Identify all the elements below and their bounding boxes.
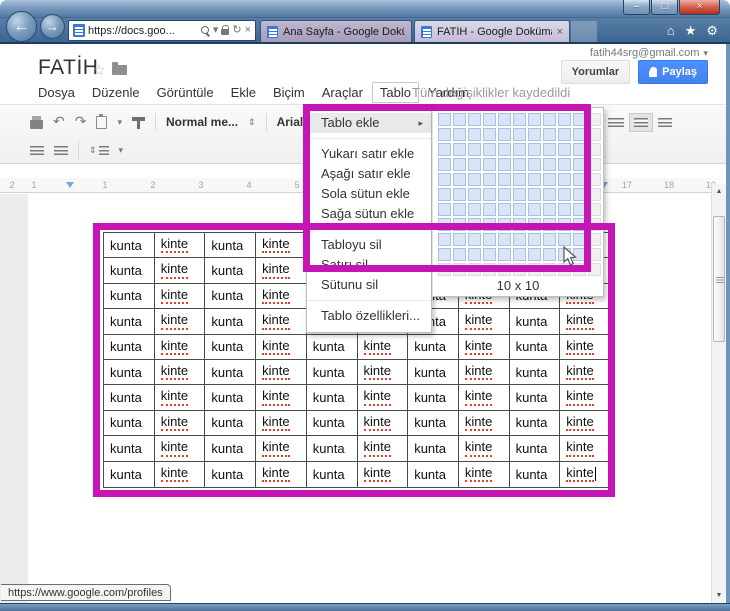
spacing-dropdown-icon[interactable]: ▾ bbox=[119, 145, 124, 156]
tab2-favicon bbox=[421, 26, 432, 38]
paint-format-icon[interactable] bbox=[96, 116, 107, 129]
justify-icon[interactable] bbox=[54, 146, 68, 155]
back-button[interactable]: ← bbox=[6, 11, 37, 42]
tab-fatih[interactable]: FATİH - Google Dokümanlar × bbox=[414, 20, 570, 43]
share-label: Paylaş bbox=[662, 66, 697, 78]
browser-window: – □ × ← → https://docs.goo... ▾ ↻ × Ana … bbox=[0, 0, 730, 611]
format-roller-icon[interactable] bbox=[132, 117, 145, 121]
indent-marker-icon[interactable] bbox=[66, 182, 74, 188]
close-button[interactable]: × bbox=[679, 0, 720, 15]
docs-menubar: DosyaDüzenleGörüntüleEkleBiçimAraçlarTab… bbox=[38, 82, 469, 103]
folder-icon[interactable] bbox=[112, 65, 127, 75]
align-center-icon[interactable] bbox=[658, 118, 672, 127]
favorites-icon[interactable]: ★ bbox=[685, 23, 697, 39]
tab2-label: FATİH - Google Dokümanlar bbox=[437, 26, 552, 38]
ruler-number: 17 bbox=[622, 180, 632, 190]
align-left-icon[interactable] bbox=[634, 118, 648, 127]
account-email[interactable]: fatih44srg@gmail.com bbox=[590, 47, 700, 59]
document-title[interactable]: FATİH bbox=[38, 56, 98, 80]
tab1-label: Ana Sayfa - Google Dokümanlar bbox=[283, 26, 405, 38]
ruler-number: 18 bbox=[664, 180, 674, 190]
comments-button[interactable]: Yorumlar bbox=[561, 60, 630, 84]
print-icon[interactable] bbox=[30, 120, 43, 129]
menu-araçlar[interactable]: Araçlar bbox=[322, 83, 363, 102]
indent-icon[interactable] bbox=[30, 146, 44, 155]
mouse-cursor-icon bbox=[563, 246, 578, 267]
toolbar-separator bbox=[155, 113, 156, 131]
menu-görüntüle[interactable]: Görüntüle bbox=[157, 83, 214, 102]
forward-button[interactable]: → bbox=[40, 14, 65, 39]
comments-label: Yorumlar bbox=[572, 66, 619, 78]
scroll-down-icon[interactable]: ▼ bbox=[712, 592, 726, 599]
toolbar-separator bbox=[78, 141, 79, 159]
menu-ekle[interactable]: Ekle bbox=[231, 83, 256, 102]
redo-icon[interactable]: ↷ bbox=[75, 115, 87, 129]
url-dropdown-icon[interactable]: ▾ bbox=[213, 25, 219, 36]
stop-icon[interactable]: × bbox=[245, 25, 251, 36]
close-icon: × bbox=[697, 1, 703, 12]
ruler-number: 5 bbox=[294, 180, 299, 190]
window-edge-bottom bbox=[0, 603, 730, 611]
address-bar[interactable]: https://docs.goo... ▾ ↻ × bbox=[68, 20, 256, 41]
minimize-button[interactable]: – bbox=[623, 0, 650, 15]
menu-düzenle[interactable]: Düzenle bbox=[92, 83, 140, 102]
style-dropdown[interactable]: Normal me... bbox=[166, 115, 238, 129]
spacing-lines-icon bbox=[99, 146, 109, 155]
style-updown-icon: ⇕ bbox=[248, 117, 256, 128]
search-icon[interactable] bbox=[201, 26, 210, 35]
line-spacing-icon[interactable]: ⇕ bbox=[89, 145, 109, 156]
scroll-up-icon[interactable]: ▲ bbox=[712, 188, 726, 195]
toolbar-separator bbox=[266, 113, 267, 131]
page-margin-strip bbox=[0, 194, 28, 603]
undo-icon[interactable]: ↶ bbox=[53, 115, 65, 129]
menu-dosya[interactable]: Dosya bbox=[38, 83, 75, 102]
url-text[interactable]: https://docs.goo... bbox=[88, 25, 198, 37]
font-dropdown[interactable]: Arial bbox=[277, 115, 304, 129]
titlebar bbox=[0, 0, 730, 18]
ruler-number: 1 bbox=[31, 180, 36, 190]
lock-icon bbox=[221, 29, 229, 35]
ruler-number: 2 bbox=[150, 180, 155, 190]
scrollbar-thumb[interactable] bbox=[713, 216, 725, 342]
paint-dropdown-icon[interactable]: ▾ bbox=[117, 117, 122, 128]
annotation-box-menu bbox=[303, 104, 591, 272]
minimize-icon: – bbox=[634, 1, 640, 12]
spacing-updown-icon: ⇕ bbox=[89, 145, 97, 156]
ruler-number: 4 bbox=[246, 180, 251, 190]
account-caret-icon: ▾ bbox=[703, 48, 708, 59]
settings-gear-icon[interactable]: ⚙ bbox=[706, 23, 718, 39]
ruler-number: 3 bbox=[198, 180, 203, 190]
tab1-favicon bbox=[267, 26, 278, 38]
window-controls: – □ × bbox=[623, 0, 720, 15]
ruler-number: 2 bbox=[9, 180, 14, 190]
window-edge-right bbox=[726, 44, 730, 603]
status-tooltip: https://www.google.com/profiles bbox=[1, 584, 171, 601]
checklist-icon[interactable] bbox=[608, 118, 624, 127]
back-icon: ← bbox=[14, 18, 30, 36]
maximize-button[interactable]: □ bbox=[651, 0, 678, 15]
refresh-icon[interactable]: ↻ bbox=[232, 25, 241, 36]
saved-status: Tüm değişiklikler kaydedildi bbox=[412, 85, 570, 100]
docs-favicon bbox=[73, 24, 85, 37]
home-icon[interactable]: ⌂ bbox=[667, 23, 675, 39]
forward-icon: → bbox=[46, 19, 59, 34]
share-button[interactable]: Paylaş bbox=[638, 60, 708, 84]
tab-close-icon[interactable]: × bbox=[557, 26, 563, 38]
new-tab-button[interactable] bbox=[571, 21, 597, 42]
ruler-number: 1 bbox=[102, 180, 107, 190]
tab-ana-sayfa[interactable]: Ana Sayfa - Google Dokümanlar bbox=[260, 20, 412, 43]
star-document-icon[interactable]: ☆ bbox=[92, 61, 105, 79]
share-lock-icon bbox=[649, 71, 657, 77]
vertical-scrollbar[interactable]: ▲ ▼ bbox=[711, 184, 726, 603]
menu-biçim[interactable]: Biçim bbox=[273, 83, 305, 102]
maximize-icon: □ bbox=[661, 1, 667, 12]
scrollbar-grip bbox=[716, 277, 724, 283]
